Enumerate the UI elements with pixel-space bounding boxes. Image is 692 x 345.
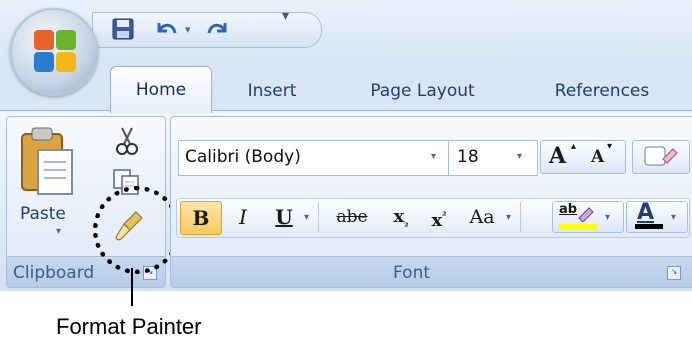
grow-shrink-group: A ▴ A ▾: [540, 140, 626, 174]
paste-button[interactable]: [16, 124, 78, 254]
change-case-dropdown-icon[interactable]: ▾: [506, 212, 511, 223]
font-color-dropdown-icon[interactable]: ▾: [671, 212, 676, 223]
callout-line: [131, 268, 133, 306]
tab-references[interactable]: References: [532, 76, 672, 108]
clear-formatting-icon: [644, 146, 678, 166]
change-case-button[interactable]: Aa: [460, 200, 504, 234]
office-logo-icon: [34, 30, 76, 72]
bold-button[interactable]: B: [180, 201, 222, 235]
shrink-font-arrow-icon: ▾: [607, 141, 613, 152]
clipboard-group-label: Clipboard: [13, 263, 95, 283]
superscript-marker: ²: [442, 211, 447, 222]
highlight-color-swatch: [559, 224, 597, 229]
font-label-bar: Font ↘: [171, 256, 692, 287]
font-launcher-icon[interactable]: ↘: [667, 266, 681, 280]
tab-insert[interactable]: Insert: [232, 76, 312, 108]
redo-icon[interactable]: [205, 17, 231, 41]
cut-icon[interactable]: [114, 126, 140, 156]
font-size-dropdown-icon[interactable]: ▾: [517, 151, 522, 162]
superscript-button[interactable]: x²: [422, 200, 456, 234]
grow-font-arrow-icon: ▴: [571, 141, 577, 152]
tab-home[interactable]: Home: [110, 66, 212, 113]
office-button[interactable]: [10, 8, 98, 96]
customize-qat-icon[interactable]: ▾: [282, 8, 289, 24]
format-painter-callout: Format Painter: [56, 314, 202, 339]
paste-icon: [21, 127, 73, 195]
font-group-label: Font: [393, 263, 431, 283]
italic-button[interactable]: I: [224, 200, 262, 234]
undo-icon[interactable]: [153, 17, 179, 41]
underline-button[interactable]: U: [266, 200, 302, 234]
underline-dropdown-icon[interactable]: ▾: [304, 212, 309, 223]
clear-formatting-button[interactable]: [632, 140, 690, 174]
paste-dropdown-icon[interactable]: ▾: [56, 226, 61, 237]
format-painter-highlight-circle: [93, 186, 181, 274]
subscript-label: x: [393, 206, 405, 227]
grow-font-button[interactable]: A: [549, 143, 566, 169]
tab-page-layout[interactable]: Page Layout: [350, 76, 495, 108]
font-color-label: A: [637, 200, 655, 225]
highlight-button[interactable]: ab ▾: [552, 201, 624, 233]
font-size-combobox[interactable]: 18 ▾: [448, 140, 538, 176]
font-color-swatch: [635, 224, 663, 229]
strikethrough-button[interactable]: abe: [324, 200, 380, 234]
highlight-dropdown-icon[interactable]: ▾: [605, 212, 610, 223]
paste-label: Paste: [20, 204, 66, 224]
highlighter-pen-icon: [578, 207, 594, 222]
subscript-button[interactable]: x₂: [384, 200, 418, 234]
superscript-label: x: [431, 210, 443, 231]
font-name-dropdown-icon[interactable]: ▾: [431, 151, 436, 162]
separator: [520, 202, 521, 232]
undo-dropdown-icon[interactable]: ▾: [185, 23, 191, 36]
font-color-button[interactable]: A ▾: [626, 200, 688, 233]
save-icon[interactable]: [111, 17, 135, 41]
font-name-combobox[interactable]: Calibri (Body) ▾: [178, 140, 450, 176]
font-name-value: Calibri (Body): [185, 147, 301, 167]
subscript-marker: ₂: [404, 218, 409, 230]
shrink-font-button[interactable]: A: [591, 147, 604, 167]
font-size-value: 18: [457, 147, 479, 167]
ribbon: ▾ ▾ Home Insert Page Layout References C…: [0, 0, 692, 306]
separator: [318, 202, 319, 232]
